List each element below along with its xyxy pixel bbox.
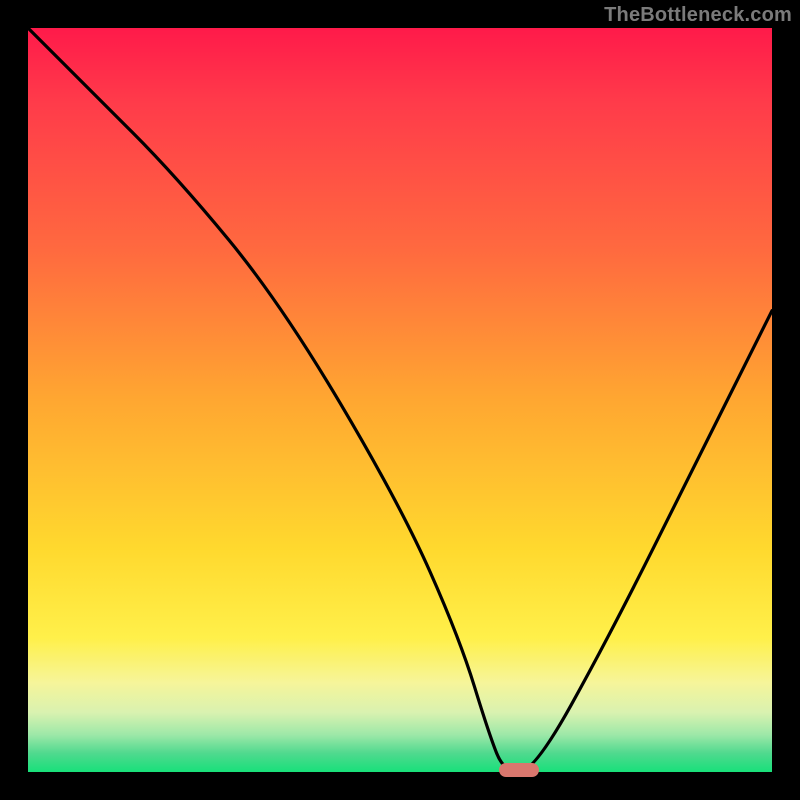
optimal-point-marker bbox=[499, 763, 539, 777]
bottleneck-curve bbox=[28, 28, 772, 772]
watermark-text: TheBottleneck.com bbox=[604, 4, 792, 27]
chart-frame: TheBottleneck.com bbox=[0, 0, 800, 800]
plot-area bbox=[28, 28, 772, 772]
